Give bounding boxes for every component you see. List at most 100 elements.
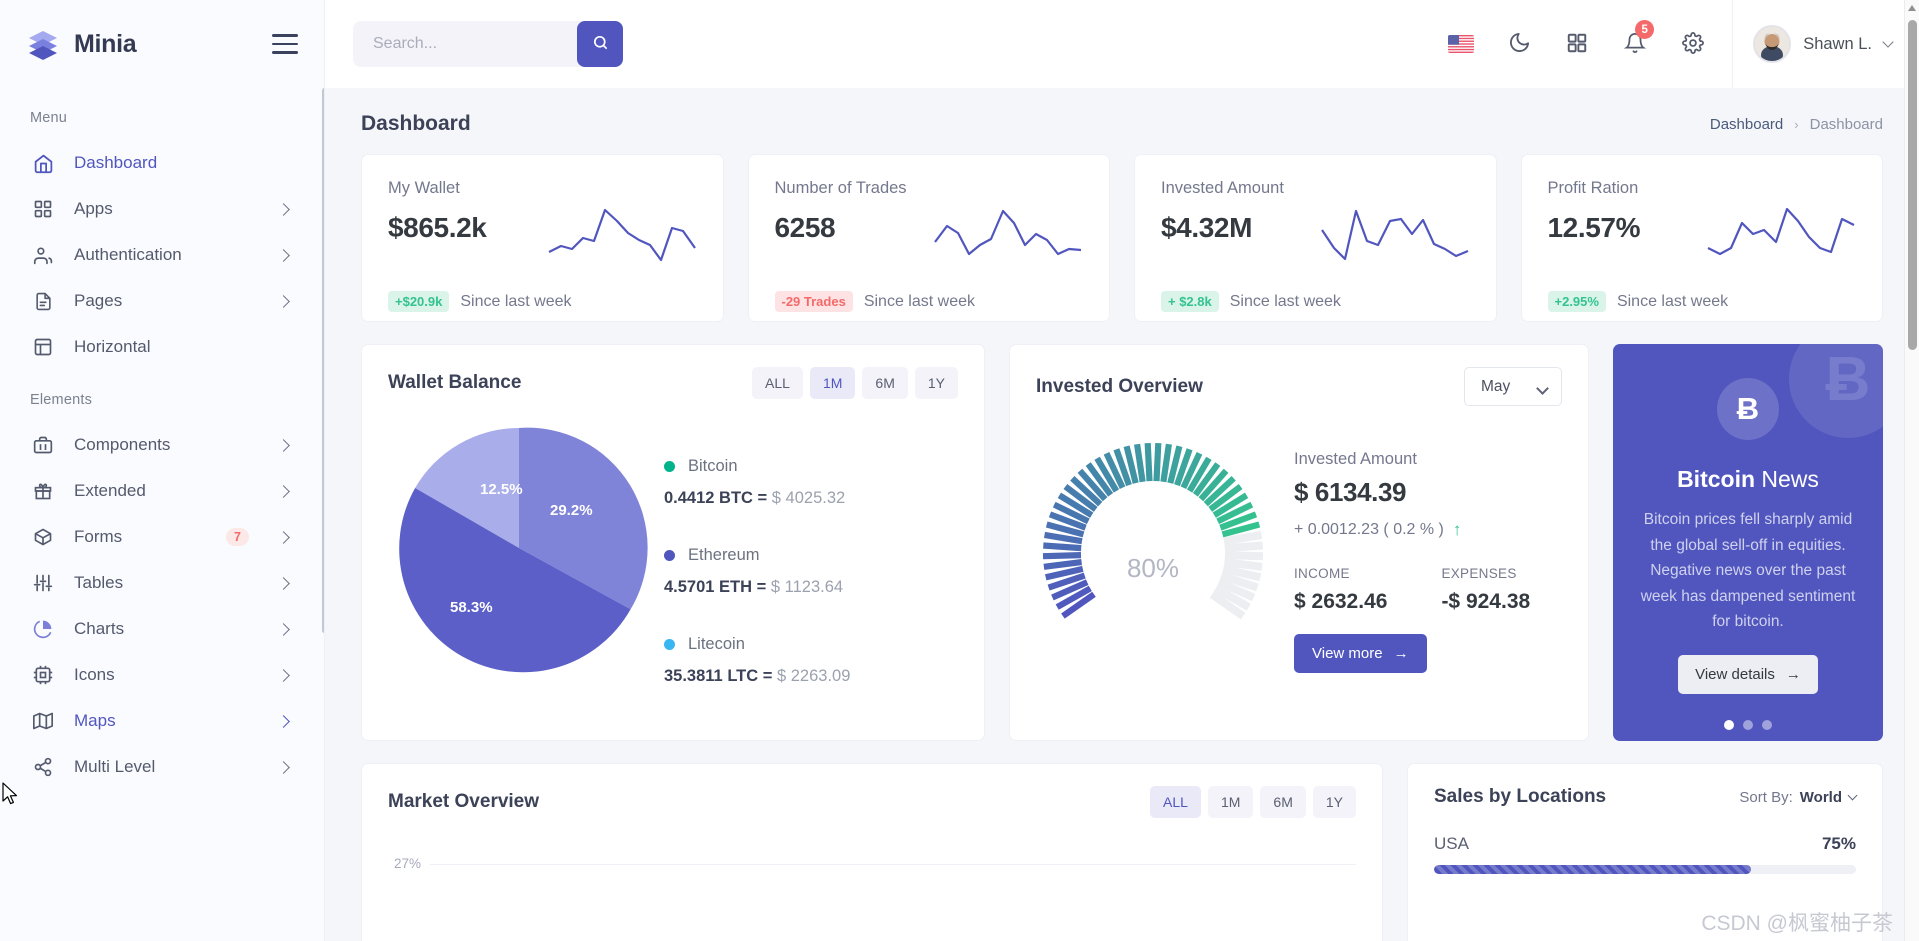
- hamburger-icon[interactable]: [272, 34, 298, 54]
- notification-count-badge: 5: [1635, 20, 1655, 39]
- bitcoin-news-card: Ƀ Ƀ Bitcoin News Bitcoin prices fell sha…: [1613, 344, 1883, 741]
- briefcase-icon: [32, 434, 54, 456]
- elements-heading: Elements: [30, 392, 93, 408]
- tab-1y[interactable]: 1Y: [914, 367, 958, 399]
- settings-button[interactable]: [1664, 0, 1722, 88]
- arrow-right-icon: →: [1393, 645, 1409, 662]
- stat-chip: + $2.8k: [1161, 291, 1219, 312]
- sidebar-item-label: Apps: [74, 199, 113, 218]
- wallet-legend: Bitcoin 0.4412 BTC = $ 4025.32 Ethereum …: [664, 417, 850, 724]
- month-select-wrap: May: [1464, 367, 1562, 406]
- grid-apps-icon: [1566, 32, 1588, 57]
- avatar: [1753, 25, 1792, 63]
- sidebar: Minia Menu Dashboard Apps Authentication…: [0, 0, 325, 941]
- tab-1m[interactable]: 1M: [1207, 786, 1254, 818]
- tab-6m[interactable]: 6M: [1260, 786, 1306, 818]
- notifications-button[interactable]: 5: [1606, 0, 1664, 88]
- gauge-percent-label: 80%: [1126, 553, 1180, 583]
- sidebar-item-label: Forms: [74, 527, 123, 546]
- location-row-usa: USA 75%: [1408, 808, 1882, 874]
- stat-card-profit-ration: Profit Ration 12.57% +2.95% Since last w…: [1520, 154, 1883, 322]
- tab-1y[interactable]: 1Y: [1312, 786, 1356, 818]
- news-title-rest: News: [1761, 466, 1819, 492]
- legend-label: Ethereum: [688, 546, 760, 564]
- tab-1m[interactable]: 1M: [809, 367, 856, 399]
- invested-overview-card: Invested Overview May 80% Invested Amoun…: [1009, 344, 1589, 741]
- third-row: Market Overview ALL 1M 6M 1Y 27% Sales b…: [353, 763, 1891, 941]
- sidebar-item-icons[interactable]: Icons: [0, 652, 324, 698]
- stat-since: Since last week: [1229, 292, 1341, 310]
- apps-menu-button[interactable]: [1548, 0, 1606, 88]
- legend-item-litecoin: Litecoin 35.3811 LTC = $ 2263.09: [664, 635, 850, 686]
- tab-all[interactable]: ALL: [752, 367, 803, 399]
- pie-chart-icon: [32, 618, 54, 640]
- location-progress-track: [1434, 865, 1856, 874]
- market-y-tick: 27%: [394, 856, 422, 871]
- carousel-dot-3[interactable]: [1762, 719, 1772, 730]
- sidebar-item-multi-level[interactable]: Multi Level: [0, 744, 324, 790]
- sidebar-item-components[interactable]: Components: [0, 422, 324, 468]
- search-icon: [592, 34, 609, 54]
- sidebar-item-maps[interactable]: Maps: [0, 698, 324, 744]
- legend-value: 0.4412 BTC = $ 4025.32: [664, 489, 850, 508]
- theme-toggle[interactable]: [1490, 0, 1548, 88]
- legend-label: Litecoin: [688, 635, 745, 653]
- sidebar-item-label: Tables: [74, 573, 124, 592]
- news-title: Bitcoin News: [1677, 466, 1819, 493]
- sidebar-item-extended[interactable]: Extended: [0, 468, 324, 514]
- stats-row: My Wallet $865.2k +$20.9k Since last wee…: [353, 154, 1891, 322]
- tab-all[interactable]: ALL: [1150, 786, 1201, 818]
- svg-text:12.5%: 12.5%: [480, 481, 523, 498]
- sidebar-item-apps[interactable]: Apps: [0, 186, 324, 232]
- legend-dot-litecoin: [664, 639, 675, 650]
- page-content: Dashboard Dashboard › Dashboard My Walle…: [325, 88, 1919, 941]
- legend-value: 35.3811 LTC = $ 2263.09: [664, 667, 850, 686]
- expenses-value: -$ 924.38: [1441, 590, 1531, 613]
- view-details-button[interactable]: View details →: [1678, 654, 1818, 694]
- menu-heading: Menu: [30, 110, 68, 126]
- language-selector[interactable]: [1432, 0, 1490, 88]
- page-scrollbar[interactable]: [1904, 0, 1919, 941]
- chevron-right-icon: [277, 484, 290, 498]
- layers-icon: [26, 27, 60, 61]
- sidebar-item-charts[interactable]: Charts: [0, 606, 324, 652]
- bitcoin-icon-large: Ƀ: [1789, 344, 1883, 438]
- sort-by-value: World: [1799, 788, 1842, 806]
- us-flag-icon: [1448, 35, 1475, 53]
- market-overview-card: Market Overview ALL 1M 6M 1Y 27%: [361, 763, 1383, 941]
- carousel-dot-1[interactable]: [1724, 719, 1734, 730]
- sidebar-item-label: Pages: [74, 291, 123, 310]
- sidebar-item-pages[interactable]: Pages: [0, 278, 324, 324]
- breadcrumb: Dashboard › Dashboard: [1710, 116, 1883, 133]
- stat-chip: +$20.9k: [388, 291, 450, 312]
- breadcrumb-parent[interactable]: Dashboard: [1710, 116, 1783, 133]
- view-more-button[interactable]: View more →: [1294, 634, 1427, 673]
- location-name: USA: [1434, 834, 1469, 853]
- topbar: 5: [325, 0, 1919, 88]
- search-button[interactable]: [577, 21, 623, 67]
- month-select[interactable]: May: [1464, 367, 1562, 406]
- sidebar-item-forms[interactable]: Forms 7: [0, 514, 324, 560]
- stat-chip: +2.95%: [1547, 291, 1606, 312]
- scrollbar-thumb[interactable]: [1908, 20, 1917, 350]
- tab-6m[interactable]: 6M: [862, 367, 908, 399]
- stat-label: Profit Ration: [1547, 179, 1639, 197]
- chevron-down-icon: [1882, 36, 1894, 48]
- sidebar-item-dashboard[interactable]: Dashboard: [0, 140, 324, 186]
- cpu-icon: [32, 664, 54, 686]
- scroll-up-arrow-icon[interactable]: [1908, 5, 1916, 11]
- stat-card-invested-amount: Invested Amount $4.32M + $2.8k Since las…: [1134, 154, 1497, 322]
- sparkline-my-wallet: [547, 204, 697, 269]
- stat-value: 6258: [774, 212, 836, 243]
- income-caption: INCOME: [1294, 566, 1350, 581]
- market-gridline: [430, 864, 1356, 865]
- profile-menu[interactable]: Shawn L.: [1732, 0, 1919, 88]
- sidebar-item-horizontal[interactable]: Horizontal: [0, 324, 324, 370]
- stat-label: Invested Amount: [1161, 179, 1284, 197]
- brand-name: Minia: [74, 29, 137, 58]
- sidebar-item-label: Horizontal: [74, 337, 151, 356]
- sort-by-control[interactable]: Sort By: World: [1739, 788, 1858, 806]
- sidebar-item-tables[interactable]: Tables: [0, 560, 324, 606]
- carousel-dot-2[interactable]: [1743, 719, 1753, 730]
- sidebar-item-authentication[interactable]: Authentication: [0, 232, 324, 278]
